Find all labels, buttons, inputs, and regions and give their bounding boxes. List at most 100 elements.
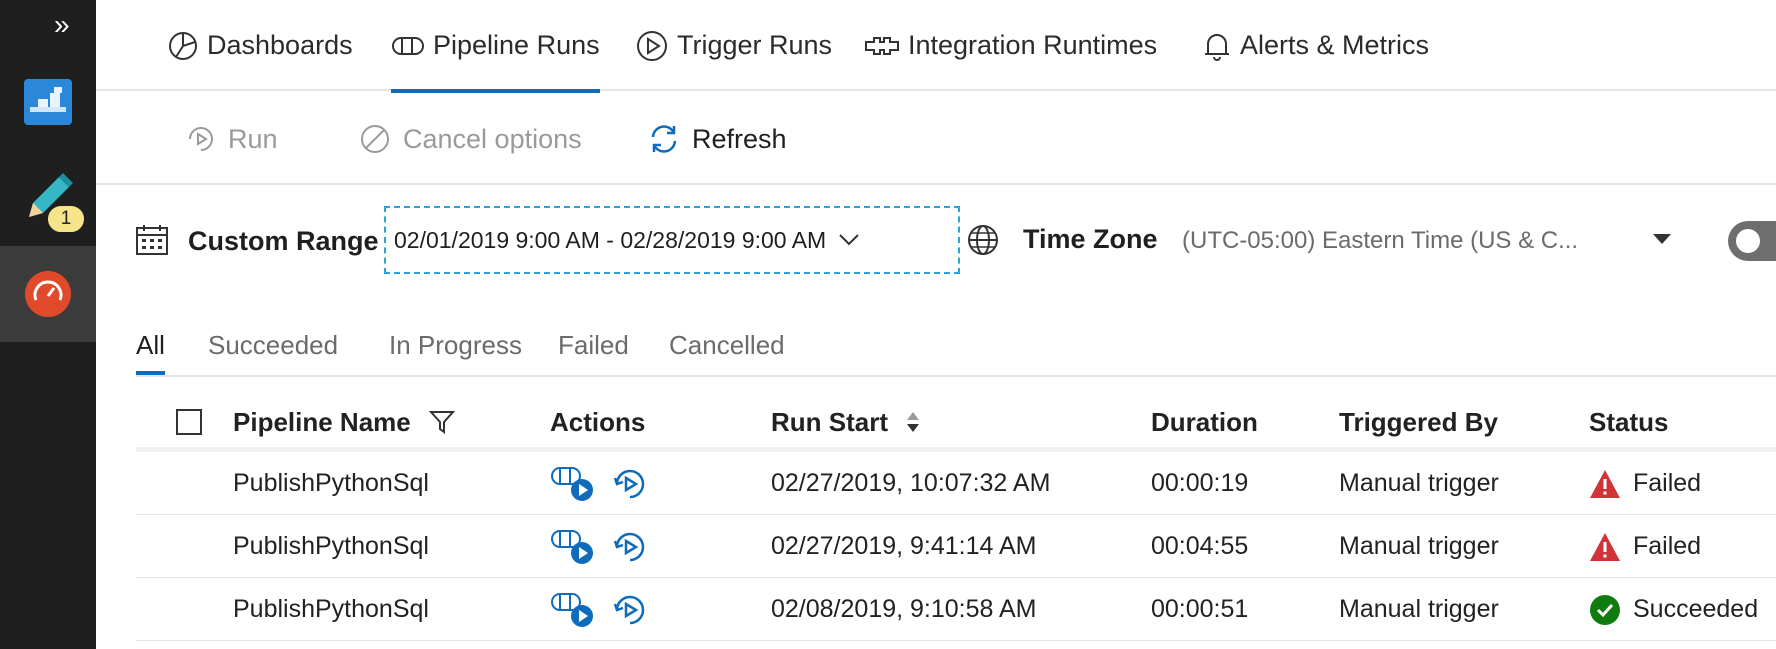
table-row[interactable]: PublishPythonSql 02/27/2019, 9:41:14 AM … — [136, 515, 1776, 578]
author-nav-item[interactable]: 1 — [0, 150, 96, 246]
tab-label: Dashboards — [207, 30, 353, 60]
command-toolbar: Run Cancel options Refresh — [96, 93, 1776, 185]
tab-cancelled[interactable]: Cancelled — [669, 315, 785, 375]
globe-icon — [968, 225, 998, 255]
pipeline-name-link[interactable]: PublishPythonSql — [233, 452, 429, 515]
time-zone-value: (UTC-05:00) Eastern Time (US & C... — [1182, 227, 1579, 254]
duration-cell: 00:00:51 — [1151, 595, 1249, 623]
tab-pipeline-runs[interactable]: Pipeline Runs — [391, 0, 600, 93]
run-start-cell: 02/27/2019, 10:07:32 AM — [771, 469, 1051, 497]
tab-succeeded[interactable]: Succeeded — [208, 315, 338, 375]
tab-trigger-runs[interactable]: Trigger Runs — [635, 0, 832, 91]
monitor-gauge-icon — [25, 271, 71, 317]
column-label: Pipeline Name — [233, 406, 411, 437]
pie-chart-icon — [169, 31, 197, 60]
pipeline-name-link[interactable]: PublishPythonSql — [233, 515, 429, 578]
notification-badge: 1 — [46, 204, 86, 234]
calendar-icon — [136, 225, 168, 255]
run-button[interactable]: Run — [186, 93, 278, 185]
column-header-status[interactable]: Status — [1589, 392, 1668, 452]
status-cell[interactable]: Failed — [1589, 452, 1701, 515]
top-navigation: Dashboards Pipeline Runs Trigger Runs In… — [96, 0, 1776, 93]
filter-funnel-icon[interactable] — [428, 410, 455, 434]
play-circle-icon — [637, 30, 667, 61]
view-activity-runs-icon[interactable] — [550, 527, 596, 567]
caret-down-icon[interactable] — [1653, 234, 1671, 244]
main-area: Dashboards Pipeline Runs Trigger Runs In… — [96, 0, 1776, 649]
cancel-icon — [361, 125, 389, 153]
warning-triangle-icon — [1590, 532, 1620, 561]
filter-bar: Custom Range 02/01/2019 9:00 AM - 02/28/… — [96, 186, 1776, 296]
rerun-icon[interactable] — [612, 466, 648, 502]
status-filter-tabs: All Succeeded In Progress Failed Cancell… — [136, 315, 1776, 377]
refresh-label: Refresh — [692, 123, 787, 154]
column-header-actions: Actions — [550, 406, 646, 437]
select-all-checkbox[interactable] — [176, 409, 202, 435]
duration-cell: 00:00:19 — [1151, 469, 1249, 497]
tab-all[interactable]: All — [136, 315, 165, 375]
factory-icon — [24, 79, 72, 125]
duration-cell: 00:04:55 — [1151, 532, 1249, 560]
actions-cell — [550, 515, 648, 578]
date-range-value: 02/01/2019 9:00 AM - 02/28/2019 9:00 AM — [394, 226, 827, 253]
factory-nav-item[interactable] — [0, 54, 96, 150]
status-label: Succeeded — [1633, 595, 1759, 623]
toggle-switch[interactable] — [1728, 221, 1776, 261]
column-header-pipeline-name[interactable]: Pipeline Name — [233, 392, 455, 452]
toggle-knob — [1736, 229, 1760, 253]
status-label: Failed — [1633, 469, 1702, 497]
actions-cell — [550, 578, 648, 641]
rerun-icon[interactable] — [612, 592, 648, 628]
run-label: Run — [228, 123, 278, 154]
table-row[interactable]: PublishPythonSql 02/08/2019, 9:10:58 AM … — [136, 578, 1776, 641]
cancel-options-label: Cancel options — [403, 123, 582, 154]
runtime-icon — [865, 36, 899, 55]
tab-dashboards[interactable]: Dashboards — [167, 0, 353, 91]
status-label: Failed — [1633, 532, 1702, 560]
pipeline-runs-table: Pipeline Name Actions Run Start Duration… — [136, 392, 1776, 641]
tab-label: Integration Runtimes — [908, 30, 1158, 60]
view-activity-runs-icon[interactable] — [550, 464, 596, 504]
view-activity-runs-icon[interactable] — [550, 590, 596, 630]
sort-icon[interactable] — [906, 411, 920, 433]
tab-failed[interactable]: Failed — [558, 315, 629, 375]
tab-alerts-metrics[interactable]: Alerts & Metrics — [1202, 0, 1429, 91]
custom-range-label: Custom Range — [188, 226, 379, 256]
table-header: Pipeline Name Actions Run Start Duration… — [136, 392, 1776, 452]
status-cell[interactable]: Succeeded — [1589, 578, 1758, 641]
tab-label: Alerts & Metrics — [1240, 30, 1430, 60]
tab-label: Trigger Runs — [677, 30, 833, 60]
pipeline-icon — [392, 36, 424, 55]
triggered-by-cell: Manual trigger — [1339, 532, 1499, 560]
check-circle-icon — [1590, 594, 1620, 625]
chevron-down-icon — [839, 234, 859, 246]
left-rail: » 1 — [0, 0, 96, 649]
expand-rail-icon[interactable]: » — [54, 10, 70, 40]
triggered-by-cell: Manual trigger — [1339, 469, 1499, 497]
triggered-by-cell: Manual trigger — [1339, 595, 1499, 623]
column-header-triggered-by[interactable]: Triggered By — [1339, 392, 1498, 452]
column-header-run-start[interactable]: Run Start — [771, 392, 920, 452]
run-start-cell: 02/08/2019, 9:10:58 AM — [771, 595, 1037, 623]
actions-cell — [550, 452, 648, 515]
pipeline-name-link[interactable]: PublishPythonSql — [233, 578, 429, 641]
bell-icon — [1205, 33, 1229, 61]
refresh-button[interactable]: Refresh — [648, 93, 787, 185]
column-label: Run Start — [771, 406, 888, 437]
table-row[interactable]: PublishPythonSql 02/27/2019, 10:07:32 AM… — [136, 452, 1776, 515]
tab-in-progress[interactable]: In Progress — [389, 315, 522, 375]
status-cell[interactable]: Failed — [1589, 515, 1701, 578]
select-all-cell — [176, 392, 202, 452]
rerun-icon[interactable] — [612, 529, 648, 565]
time-zone-label: Time Zone — [1023, 224, 1158, 254]
table-body: PublishPythonSql 02/27/2019, 10:07:32 AM… — [136, 452, 1776, 641]
warning-triangle-icon — [1590, 469, 1620, 498]
tab-integration-runtimes[interactable]: Integration Runtimes — [864, 0, 1157, 91]
date-range-picker[interactable]: 02/01/2019 9:00 AM - 02/28/2019 9:00 AM — [384, 206, 960, 274]
refresh-icon — [651, 125, 677, 153]
column-header-duration[interactable]: Duration — [1151, 392, 1258, 452]
time-zone-dropdown[interactable]: (UTC-05:00) Eastern Time (US & C... — [1182, 186, 1578, 296]
cancel-options-button[interactable]: Cancel options — [359, 93, 582, 185]
monitor-nav-item[interactable] — [0, 246, 96, 342]
tab-label: Pipeline Runs — [433, 30, 600, 60]
